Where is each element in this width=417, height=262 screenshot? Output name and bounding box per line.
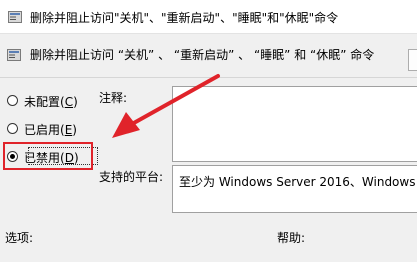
options-label: 选项:	[5, 231, 34, 245]
annotation-highlight-box	[3, 142, 93, 170]
title-bar: 删除并阻止访问"关机"、"重新启动"、"睡眠"和"休眠"命令	[0, 0, 417, 34]
platform-value: 至少为 Windows Server 2016、Windows 10	[179, 175, 417, 189]
platform-label: 支持的平台:	[99, 170, 164, 184]
previous-setting-button[interactable]	[408, 49, 417, 71]
radio-circle[interactable]	[7, 123, 18, 134]
policy-icon	[8, 11, 22, 23]
comment-label: 注释:	[99, 91, 128, 105]
radio-label: 未配置(C)	[24, 95, 78, 109]
setting-header: 删除并阻止访问 “关机” 、 “重新启动” 、 “睡眠” 和 “休眠” 命令	[0, 38, 417, 71]
policy-icon	[7, 49, 21, 61]
help-label: 帮助:	[277, 231, 306, 245]
radio-label: 已启用(E)	[24, 123, 77, 137]
setting-title: 删除并阻止访问 “关机” 、 “重新启动” 、 “睡眠” 和 “休眠” 命令	[30, 48, 375, 62]
radio-circle[interactable]	[7, 95, 18, 106]
platform-textbox: 至少为 Windows Server 2016、Windows 10	[172, 165, 417, 213]
divider	[0, 77, 417, 78]
comment-textarea[interactable]	[172, 86, 417, 162]
window-title: 删除并阻止访问"关机"、"重新启动"、"睡眠"和"休眠"命令	[30, 11, 339, 25]
